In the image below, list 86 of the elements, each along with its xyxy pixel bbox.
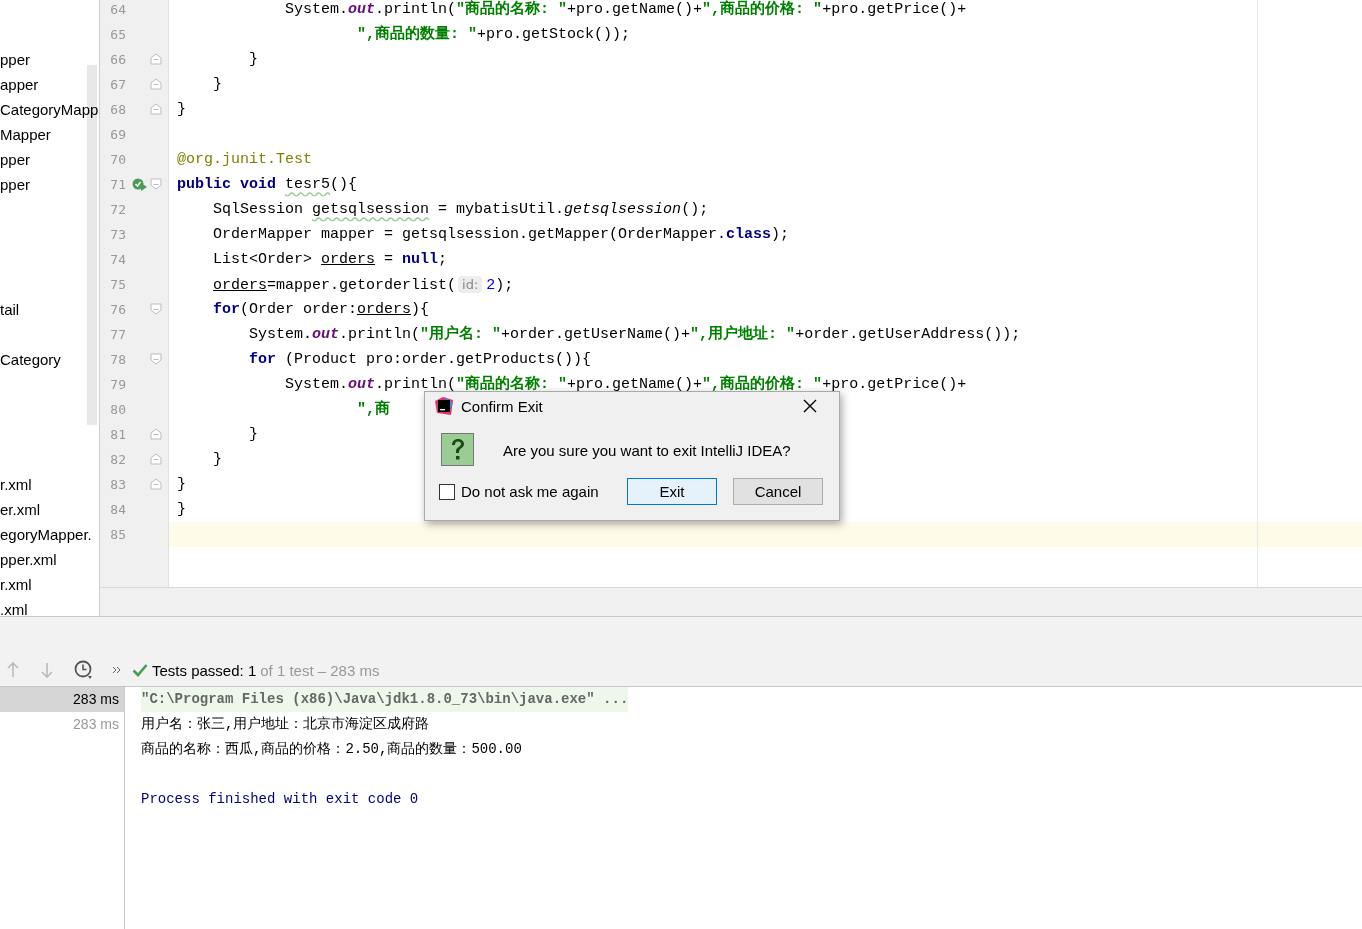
line-number: 71 bbox=[109, 177, 126, 192]
fold-end-icon[interactable] bbox=[150, 78, 162, 90]
tree-item[interactable]: pper bbox=[0, 147, 31, 172]
code-line: } bbox=[212, 451, 222, 468]
line-number: 85 bbox=[109, 527, 126, 542]
line-number: 69 bbox=[109, 127, 126, 142]
fold-start-icon[interactable] bbox=[150, 353, 162, 365]
line-number: 65 bbox=[109, 27, 126, 42]
line-number: 78 bbox=[109, 352, 126, 367]
history-icon[interactable] bbox=[74, 660, 94, 680]
line-number: 64 bbox=[109, 2, 126, 17]
tree-item[interactable]: egoryMapper. bbox=[0, 522, 92, 547]
code-line: } bbox=[177, 476, 186, 493]
code-line: SqlSession getsqlsession = mybatisUtil.getsqlsession(); bbox=[212, 201, 709, 218]
code-line: } bbox=[248, 51, 258, 68]
line-number: 75 bbox=[109, 277, 126, 292]
line-number: 76 bbox=[109, 302, 126, 317]
code-line: System.out.println("商品的名称: "+pro.getName()+",商品的价格: "+pro.getPrice()+ bbox=[284, 1, 967, 18]
run-test-icon[interactable] bbox=[132, 177, 148, 191]
app-logo-icon bbox=[435, 397, 453, 415]
tree-item[interactable]: Mapper bbox=[0, 122, 51, 147]
code-line: for(Order order:orders){ bbox=[212, 301, 430, 318]
code-line: OrderMapper mapper = getsqlsession.getMapper(OrderMapper.class); bbox=[212, 226, 790, 243]
code-line: ",商 bbox=[356, 401, 391, 418]
line-number: 68 bbox=[109, 102, 126, 117]
tree-item[interactable]: tail bbox=[0, 297, 20, 322]
close-icon[interactable] bbox=[803, 399, 817, 413]
up-arrow-icon[interactable] bbox=[6, 662, 20, 678]
tree-item[interactable]: r.xml bbox=[0, 572, 32, 597]
fold-end-icon[interactable] bbox=[150, 453, 162, 465]
expand-more-icon[interactable] bbox=[112, 665, 122, 675]
check-icon bbox=[132, 663, 148, 677]
fold-end-icon[interactable] bbox=[150, 53, 162, 65]
code-line: orders=mapper.getorderlist( id: 2); bbox=[212, 277, 514, 294]
code-line: } bbox=[177, 101, 186, 118]
line-number: 84 bbox=[109, 502, 126, 517]
tests-passed-text: Tests passed: 1 bbox=[152, 661, 257, 679]
code-line: List<Order> orders = null; bbox=[212, 251, 448, 268]
line-number: 79 bbox=[109, 377, 126, 392]
line-number: 80 bbox=[109, 402, 126, 417]
fold-start-icon[interactable] bbox=[150, 178, 162, 190]
fold-end-icon[interactable] bbox=[150, 478, 162, 490]
code-line: @org.junit.Test bbox=[177, 151, 313, 168]
tree-item[interactable]: pper bbox=[0, 47, 31, 72]
console-line: 用户名：张三,用户地址：北京市海淀区成府路 bbox=[141, 715, 430, 734]
test-summary-text: of 1 test – 283 ms bbox=[260, 661, 380, 679]
code-line: ",商品的数量: "+pro.getStock()); bbox=[356, 26, 631, 43]
question-icon bbox=[441, 433, 475, 467]
line-number: 82 bbox=[109, 452, 126, 467]
test-tree-item[interactable]: 283 ms bbox=[0, 687, 124, 712]
code-line: } bbox=[248, 426, 258, 443]
line-number: 66 bbox=[109, 52, 126, 67]
fold-end-icon[interactable] bbox=[150, 103, 162, 115]
tree-item[interactable]: CategoryMapp bbox=[0, 97, 99, 122]
down-arrow-icon[interactable] bbox=[40, 662, 54, 678]
tree-item[interactable]: apper bbox=[0, 72, 39, 97]
code-line: System.out.println("商品的名称: "+pro.getName()+",商品的价格: "+pro.getPrice()+ bbox=[284, 376, 967, 393]
tree-item[interactable]: er.xml bbox=[0, 497, 40, 522]
line-number: 73 bbox=[109, 227, 126, 242]
tree-item[interactable]: .xml bbox=[0, 597, 28, 616]
code-line: } bbox=[212, 76, 222, 93]
console-line: Process finished with exit code 0 bbox=[141, 790, 419, 809]
dialog-title: Confirm Exit bbox=[461, 397, 544, 415]
console-line: 商品的名称：西瓜,商品的价格：2.50,商品的数量：500.00 bbox=[141, 740, 522, 759]
code-line: public void tesr5(){ bbox=[177, 176, 358, 193]
line-number: 81 bbox=[109, 427, 126, 442]
tree-item[interactable]: Category bbox=[0, 347, 61, 372]
line-number: 74 bbox=[109, 252, 126, 267]
line-number: 67 bbox=[109, 77, 126, 92]
code-line: System.out.println("用户名: "+order.getUserName()+",用户地址: "+order.getUserAddress()); bbox=[248, 326, 1021, 343]
checkbox[interactable] bbox=[439, 483, 455, 500]
fold-end-icon[interactable] bbox=[150, 428, 162, 440]
cancel-button[interactable]: Cancel bbox=[733, 478, 823, 505]
line-number: 72 bbox=[109, 202, 126, 217]
checkbox-label[interactable]: Do not ask me again bbox=[461, 483, 599, 500]
code-line: } bbox=[177, 501, 186, 518]
line-number: 77 bbox=[109, 327, 126, 342]
line-number: 83 bbox=[109, 477, 126, 492]
line-number: 70 bbox=[109, 152, 126, 167]
dialog-message: Are you sure you want to exit IntelliJ IDEA? bbox=[503, 441, 791, 459]
tree-item[interactable]: r.xml bbox=[0, 472, 32, 497]
tree-item[interactable]: pper bbox=[0, 172, 31, 197]
exit-button[interactable]: Exit bbox=[627, 478, 717, 505]
fold-start-icon[interactable] bbox=[150, 303, 162, 315]
tree-item[interactable]: pper.xml bbox=[0, 547, 57, 572]
code-line: for (Product pro:order.getProducts()){ bbox=[248, 351, 592, 368]
